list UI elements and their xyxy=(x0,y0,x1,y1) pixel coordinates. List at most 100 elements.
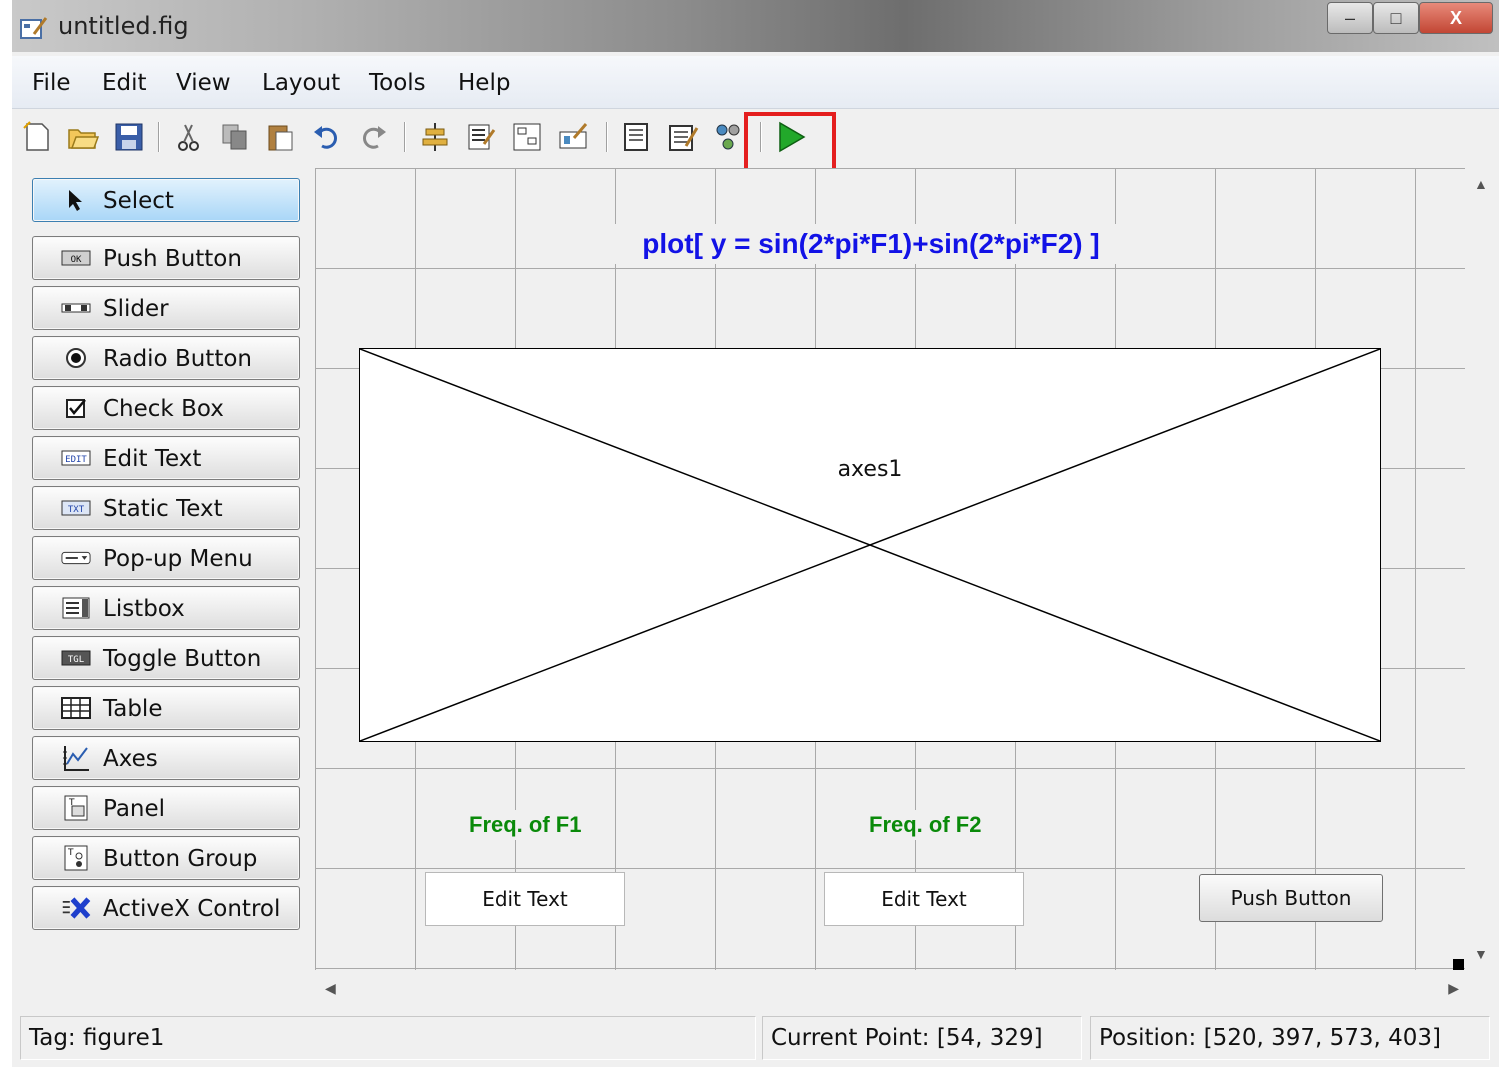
palette-activex-control-label: ActiveX Control xyxy=(103,896,281,922)
palette-button-group-label: Button Group xyxy=(103,846,258,872)
close-button[interactable]: X xyxy=(1419,2,1493,34)
palette-activex-control[interactable]: ActiveX Control xyxy=(32,886,300,930)
palette-toggle-button[interactable]: TGL Toggle Button xyxy=(32,636,300,680)
palette-popup-menu[interactable]: Pop-up Menu xyxy=(32,536,300,580)
palette-slider[interactable]: Slider xyxy=(32,286,300,330)
scroll-up-icon[interactable]: ▲ xyxy=(1474,176,1488,192)
palette-select[interactable]: Select xyxy=(32,178,300,222)
scroll-left-icon[interactable]: ◀ xyxy=(325,980,336,997)
palette-radio-button[interactable]: Radio Button xyxy=(32,336,300,380)
palette-push-button-label: Push Button xyxy=(103,246,242,272)
palette-edit-text-label: Edit Text xyxy=(103,446,202,472)
freq-f1-label[interactable]: Freq. of F1 xyxy=(465,810,586,840)
palette-edit-text[interactable]: EDIT Edit Text xyxy=(32,436,300,480)
maximize-button[interactable]: □ xyxy=(1373,2,1419,34)
run-highlight-box xyxy=(744,112,836,174)
palette-panel-label: Panel xyxy=(103,796,166,822)
palette-select-label: Select xyxy=(103,188,174,214)
svg-text:T: T xyxy=(67,848,74,858)
menu-tools[interactable]: Tools xyxy=(369,70,426,96)
axes1[interactable]: axes1 xyxy=(359,348,1381,742)
palette-table[interactable]: Table xyxy=(32,686,300,730)
layout-canvas[interactable]: plot[ y = sin(2*pi*F1)+sin(2*pi*F2) ] ax… xyxy=(315,168,1465,970)
toolbar-editor-icon[interactable] xyxy=(556,120,590,154)
editor-icon[interactable] xyxy=(620,120,654,154)
palette-static-text-label: Static Text xyxy=(103,496,223,522)
paste-icon[interactable] xyxy=(264,120,298,154)
menu-view[interactable]: View xyxy=(176,70,231,96)
svg-text:EDIT: EDIT xyxy=(65,455,87,465)
listbox-icon xyxy=(61,596,91,620)
push-button[interactable]: Push Button xyxy=(1199,874,1383,922)
edit-text-f2[interactable]: Edit Text xyxy=(824,872,1024,926)
redo-icon[interactable] xyxy=(356,120,390,154)
freq-f2-label[interactable]: Freq. of F2 xyxy=(865,810,986,840)
scroll-right-icon[interactable]: ▶ xyxy=(1448,980,1459,997)
palette-axes-label: Axes xyxy=(103,746,158,772)
palette-static-text[interactable]: TXT Static Text xyxy=(32,486,300,530)
figure-resize-handle[interactable] xyxy=(1453,959,1464,970)
menu-file[interactable]: File xyxy=(32,70,71,96)
push-button-icon: OK xyxy=(61,246,91,270)
palette-popup-menu-label: Pop-up Menu xyxy=(103,546,253,572)
menu-editor-icon[interactable] xyxy=(464,120,498,154)
new-icon[interactable] xyxy=(20,120,54,154)
menu-layout[interactable]: Layout xyxy=(262,70,340,96)
align-icon[interactable] xyxy=(418,120,452,154)
svg-text:OK: OK xyxy=(71,255,82,265)
horizontal-scrollbar[interactable]: ◀ ▶ xyxy=(315,972,1465,1008)
palette-push-button[interactable]: OK Push Button xyxy=(32,236,300,280)
popup-menu-icon xyxy=(61,546,91,570)
status-bar: Tag: figure1 Current Point: [54, 329] Po… xyxy=(12,1014,1499,1067)
undo-icon[interactable] xyxy=(310,120,344,154)
table-icon xyxy=(61,696,91,720)
figure-app-icon xyxy=(20,17,48,39)
axes-icon xyxy=(61,746,91,771)
static-text-icon: TXT xyxy=(61,496,91,520)
edit-text-f1[interactable]: Edit Text xyxy=(425,872,625,926)
menu-help[interactable]: Help xyxy=(458,70,510,96)
palette-toggle-button-label: Toggle Button xyxy=(103,646,262,672)
status-position: Position: [520, 397, 573, 403] xyxy=(1090,1016,1490,1060)
check-box-icon xyxy=(61,396,91,420)
palette-radio-button-label: Radio Button xyxy=(103,346,252,372)
slider-icon xyxy=(61,296,91,320)
toolbar xyxy=(12,110,1499,174)
menu-edit[interactable]: Edit xyxy=(102,70,147,96)
svg-text:TXT: TXT xyxy=(68,505,85,515)
panel-icon: T xyxy=(61,795,91,821)
copy-icon[interactable] xyxy=(218,120,252,154)
edit-text-icon: EDIT xyxy=(61,446,91,470)
open-icon[interactable] xyxy=(66,120,100,154)
palette-panel[interactable]: T Panel xyxy=(32,786,300,830)
object-browser-icon[interactable] xyxy=(712,120,746,154)
save-icon[interactable] xyxy=(112,120,146,154)
cut-icon[interactable] xyxy=(172,120,206,154)
palette-listbox[interactable]: Listbox xyxy=(32,586,300,630)
palette-table-label: Table xyxy=(103,696,163,722)
arrow-icon xyxy=(61,188,91,212)
vertical-scrollbar[interactable]: ▲ ▼ xyxy=(1465,168,1499,970)
palette-slider-label: Slider xyxy=(103,296,169,322)
activex-icon xyxy=(61,896,91,920)
axes-label: axes1 xyxy=(837,457,903,482)
plot-title-text[interactable]: plot[ y = sin(2*pi*F1)+sin(2*pi*F2) ] xyxy=(601,224,1141,264)
palette-axes[interactable]: Axes xyxy=(32,736,300,780)
palette-check-box[interactable]: Check Box xyxy=(32,386,300,430)
button-group-icon: T xyxy=(61,845,91,871)
status-current-point: Current Point: [54, 329] xyxy=(762,1016,1082,1060)
menu-bar: File Edit View Layout Tools Help xyxy=(12,56,1499,109)
palette-check-box-label: Check Box xyxy=(103,396,224,422)
guide-window: untitled.fig – □ X File Edit View Layout… xyxy=(12,0,1499,1067)
minimize-button[interactable]: – xyxy=(1327,2,1373,34)
property-inspector-icon[interactable] xyxy=(666,120,700,154)
radio-button-icon xyxy=(61,346,91,370)
scroll-down-icon[interactable]: ▼ xyxy=(1474,946,1488,962)
tab-order-icon[interactable] xyxy=(510,120,544,154)
palette-listbox-label: Listbox xyxy=(103,596,185,622)
svg-text:TGL: TGL xyxy=(68,655,84,665)
window-title: untitled.fig xyxy=(58,12,189,40)
palette-button-group[interactable]: T Button Group xyxy=(32,836,300,880)
toggle-button-icon: TGL xyxy=(61,646,91,670)
status-tag: Tag: figure1 xyxy=(20,1016,756,1060)
